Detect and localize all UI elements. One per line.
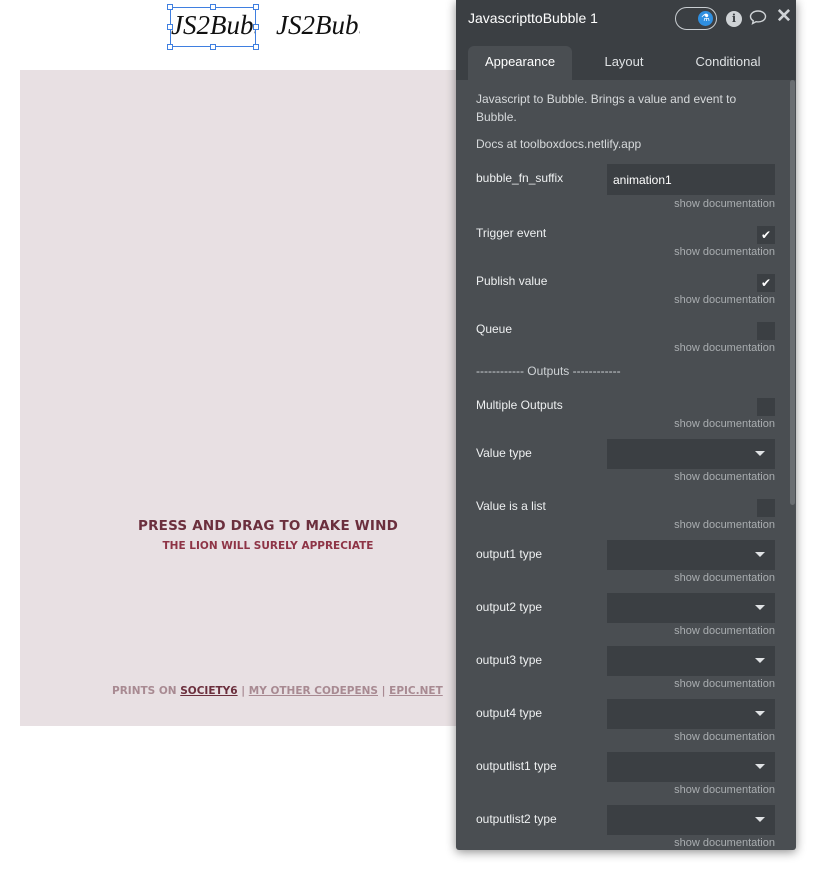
value-type-dropdown[interactable] bbox=[607, 439, 775, 469]
value-is-list-checkbox[interactable] bbox=[757, 499, 775, 517]
panel-scrollbar[interactable] bbox=[790, 80, 795, 505]
caret-down-icon bbox=[755, 764, 765, 769]
panel-header: JavascripttoBubble 1 ⚗ i ✕ bbox=[456, 0, 796, 38]
caret-down-icon bbox=[755, 552, 765, 557]
outputlist1-type-label: outputlist1 type bbox=[476, 759, 557, 773]
js2bubble-element[interactable]: JS2Bubble bbox=[276, 6, 360, 46]
caret-down-icon bbox=[755, 711, 765, 716]
society6-link[interactable]: SOCIETY6 bbox=[180, 685, 237, 697]
js2bubble-element-selected[interactable]: JS2Bubble bbox=[171, 6, 255, 46]
flask-icon: ⚗ bbox=[698, 11, 713, 26]
show-documentation-link[interactable]: show documentation bbox=[674, 294, 775, 306]
trigger-event-checkbox[interactable]: ✔ bbox=[757, 226, 775, 244]
output2-type-label: output2 type bbox=[476, 600, 543, 614]
show-documentation-link[interactable]: show documentation bbox=[674, 572, 775, 584]
tab-layout[interactable]: Layout bbox=[584, 46, 664, 80]
info-icon[interactable]: i bbox=[726, 11, 742, 27]
tab-conditional[interactable]: Conditional bbox=[678, 46, 778, 80]
multiple-outputs-checkbox[interactable] bbox=[757, 398, 775, 416]
publish-value-checkbox[interactable]: ✔ bbox=[757, 274, 775, 292]
property-editor-panel: JavascripttoBubble 1 ⚗ i ✕ Appearance La… bbox=[456, 0, 796, 850]
comment-icon[interactable] bbox=[749, 9, 767, 30]
publish-value-label: Publish value bbox=[476, 274, 548, 288]
outputs-separator: ------------ Outputs ------------ bbox=[476, 364, 621, 378]
output3-type-dropdown[interactable] bbox=[607, 646, 775, 676]
trigger-event-label: Trigger event bbox=[476, 226, 547, 240]
caret-down-icon bbox=[755, 817, 765, 822]
output4-type-dropdown[interactable] bbox=[607, 699, 775, 729]
footer-links: PRINTS ON SOCIETY6 | MY OTHER CODEPENS |… bbox=[112, 685, 443, 697]
output2-type-dropdown[interactable] bbox=[607, 593, 775, 623]
wind-title: PRESS AND DRAG TO MAKE WIND bbox=[137, 518, 398, 534]
close-icon[interactable]: ✕ bbox=[776, 7, 792, 26]
output4-type-label: output4 type bbox=[476, 706, 543, 720]
show-documentation-link[interactable]: show documentation bbox=[674, 784, 775, 796]
caret-down-icon bbox=[755, 658, 765, 663]
panel-title[interactable]: JavascripttoBubble 1 bbox=[468, 10, 598, 26]
multiple-outputs-label: Multiple Outputs bbox=[476, 398, 563, 412]
caret-down-icon bbox=[755, 451, 765, 456]
show-documentation-link[interactable]: show documentation bbox=[674, 418, 775, 430]
value-type-label: Value type bbox=[476, 446, 532, 460]
bubble-fn-suffix-label: bubble_fn_suffix bbox=[476, 171, 564, 185]
show-documentation-link[interactable]: show documentation bbox=[674, 519, 775, 531]
epic-net-link[interactable]: EPIC.NET bbox=[389, 685, 443, 697]
show-documentation-link[interactable]: show documentation bbox=[674, 678, 775, 690]
my-other-codepens-link[interactable]: MY OTHER CODEPENS bbox=[249, 685, 378, 697]
output3-type-label: output3 type bbox=[476, 653, 543, 667]
output1-type-label: output1 type bbox=[476, 547, 543, 561]
show-documentation-link[interactable]: show documentation bbox=[674, 471, 775, 483]
show-documentation-link[interactable]: show documentation bbox=[674, 198, 775, 210]
plugin-description: Javascript to Bubble. Brings a value and… bbox=[476, 92, 737, 124]
bubble-fn-suffix-input[interactable] bbox=[607, 164, 775, 195]
value-is-list-label: Value is a list bbox=[476, 499, 546, 513]
footer-separator: | bbox=[381, 685, 386, 697]
outputlist2-type-label: outputlist2 type bbox=[476, 812, 557, 826]
footer-separator: | bbox=[241, 685, 246, 697]
show-documentation-link[interactable]: show documentation bbox=[674, 342, 775, 354]
queue-label: Queue bbox=[476, 322, 513, 336]
outputlist1-type-dropdown[interactable] bbox=[607, 752, 775, 782]
plugin-docs-text: Docs at toolboxdocs.netlify.app bbox=[476, 137, 642, 151]
show-documentation-link[interactable]: show documentation bbox=[674, 731, 775, 743]
prints-on-label: PRINTS ON bbox=[112, 685, 177, 697]
output1-type-dropdown[interactable] bbox=[607, 540, 775, 570]
bubble-editor: JS2Bubble JS2Bubble PRESS AND DRAG TO MA… bbox=[0, 0, 815, 873]
tab-bar: Appearance Layout Conditional bbox=[456, 38, 796, 80]
outputlist2-type-dropdown[interactable] bbox=[607, 805, 775, 835]
toggle-switch[interactable]: ⚗ bbox=[675, 7, 717, 30]
show-documentation-link[interactable]: show documentation bbox=[674, 246, 775, 258]
queue-checkbox[interactable] bbox=[757, 322, 775, 340]
tab-appearance[interactable]: Appearance bbox=[468, 46, 572, 80]
html-animation-canvas[interactable]: PRESS AND DRAG TO MAKE WIND THE LION WIL… bbox=[20, 70, 456, 726]
show-documentation-link[interactable]: show documentation bbox=[674, 625, 775, 637]
caret-down-icon bbox=[755, 605, 765, 610]
show-documentation-link[interactable]: show documentation bbox=[674, 837, 775, 849]
wind-subtitle: THE LION WILL SURELY APPRECIATE bbox=[162, 540, 374, 552]
